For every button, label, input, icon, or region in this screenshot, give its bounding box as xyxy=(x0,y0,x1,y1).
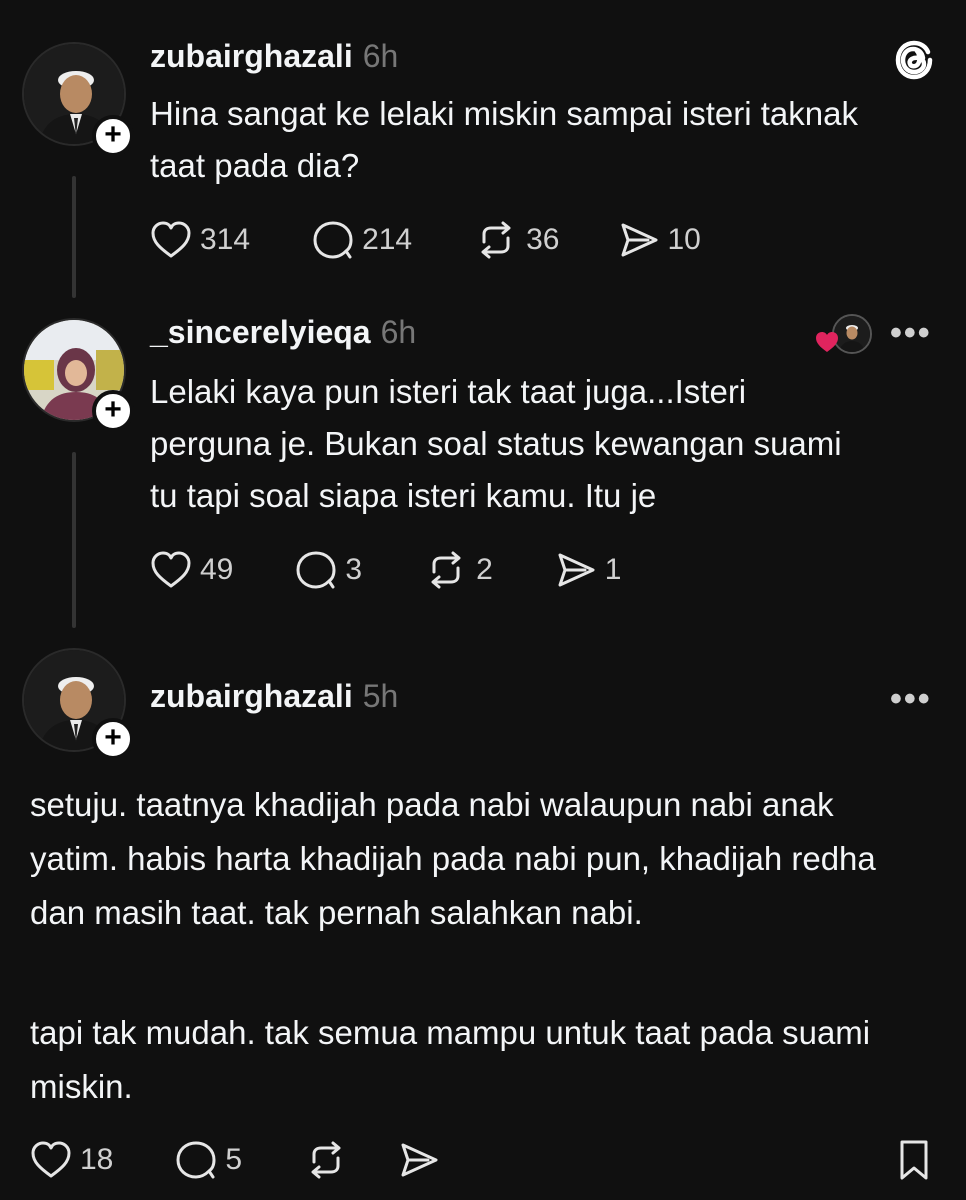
comment-button[interactable]: 3 xyxy=(295,550,362,590)
thread-line xyxy=(72,452,76,628)
heart-icon xyxy=(151,551,191,588)
like-button[interactable]: 18 xyxy=(30,1140,113,1180)
comment-icon xyxy=(296,551,336,589)
repost-icon xyxy=(311,1141,341,1179)
post-paragraph: tapi tak mudah. tak semua mampu untuk ta… xyxy=(30,1014,871,1105)
comment-icon xyxy=(313,221,353,259)
thread-line xyxy=(72,176,76,298)
share-icon xyxy=(401,1143,438,1177)
post-text: Hina sangat ke lelaki miskin sampai iste… xyxy=(150,95,858,184)
repost-count: 2 xyxy=(476,553,493,586)
like-count: 314 xyxy=(200,223,251,256)
comment-count: 5 xyxy=(225,1143,243,1176)
timestamp: 6h xyxy=(362,38,399,74)
like-count: 18 xyxy=(80,1143,114,1176)
comment-button[interactable]: 5 xyxy=(175,1140,242,1180)
like-count: 49 xyxy=(200,553,234,586)
post-header: _sincerelyieqa 6h xyxy=(150,314,416,351)
heart-icon xyxy=(31,1141,71,1178)
heart-icon xyxy=(151,221,191,258)
post-actions: 49 3 2 1 xyxy=(150,550,621,590)
share-icon xyxy=(558,553,595,587)
timestamp: 6h xyxy=(380,314,417,350)
repost-button[interactable]: 36 xyxy=(474,220,560,260)
follow-plus-icon[interactable]: + xyxy=(92,390,134,432)
comment-icon xyxy=(176,1141,216,1179)
repost-button[interactable] xyxy=(304,1140,348,1180)
like-button[interactable]: 49 xyxy=(150,550,233,590)
repost-icon xyxy=(481,221,511,259)
share-icon xyxy=(621,223,657,257)
follow-plus-icon[interactable]: + xyxy=(92,718,134,760)
share-count: 1 xyxy=(604,553,622,586)
share-button[interactable] xyxy=(398,1140,440,1180)
threads-logo-icon[interactable] xyxy=(890,36,938,84)
more-icon[interactable]: ••• xyxy=(890,680,932,719)
post-header: zubairghazali 6h xyxy=(150,38,398,75)
post-header: zubairghazali 5h xyxy=(150,678,398,715)
share-button[interactable]: 1 xyxy=(555,550,622,590)
post-actions: 314 214 36 10 xyxy=(150,220,701,260)
more-icon[interactable]: ••• xyxy=(890,314,932,353)
comment-button[interactable]: 214 xyxy=(312,220,412,260)
follow-plus-icon[interactable]: + xyxy=(92,115,134,157)
comment-count: 214 xyxy=(362,223,413,256)
repost-icon xyxy=(431,551,461,589)
username[interactable]: _sincerelyieqa xyxy=(150,314,371,351)
post-paragraph: setuju. taatnya khadijah pada nabi walau… xyxy=(30,786,876,931)
username[interactable]: zubairghazali xyxy=(150,678,353,715)
share-count: 10 xyxy=(667,223,701,256)
post-actions: 18 5 xyxy=(30,1140,440,1180)
comment-count: 3 xyxy=(345,553,363,586)
liked-heart-icon xyxy=(814,330,840,354)
like-button[interactable]: 314 xyxy=(150,220,250,260)
post-text: Lelaki kaya pun isteri tak taat juga...I… xyxy=(150,373,842,514)
repost-count: 36 xyxy=(526,223,560,256)
share-button[interactable]: 10 xyxy=(618,220,701,260)
timestamp: 5h xyxy=(362,678,399,714)
username[interactable]: zubairghazali xyxy=(150,38,353,75)
bookmark-icon[interactable] xyxy=(894,1138,934,1187)
repost-button[interactable]: 2 xyxy=(424,550,493,590)
